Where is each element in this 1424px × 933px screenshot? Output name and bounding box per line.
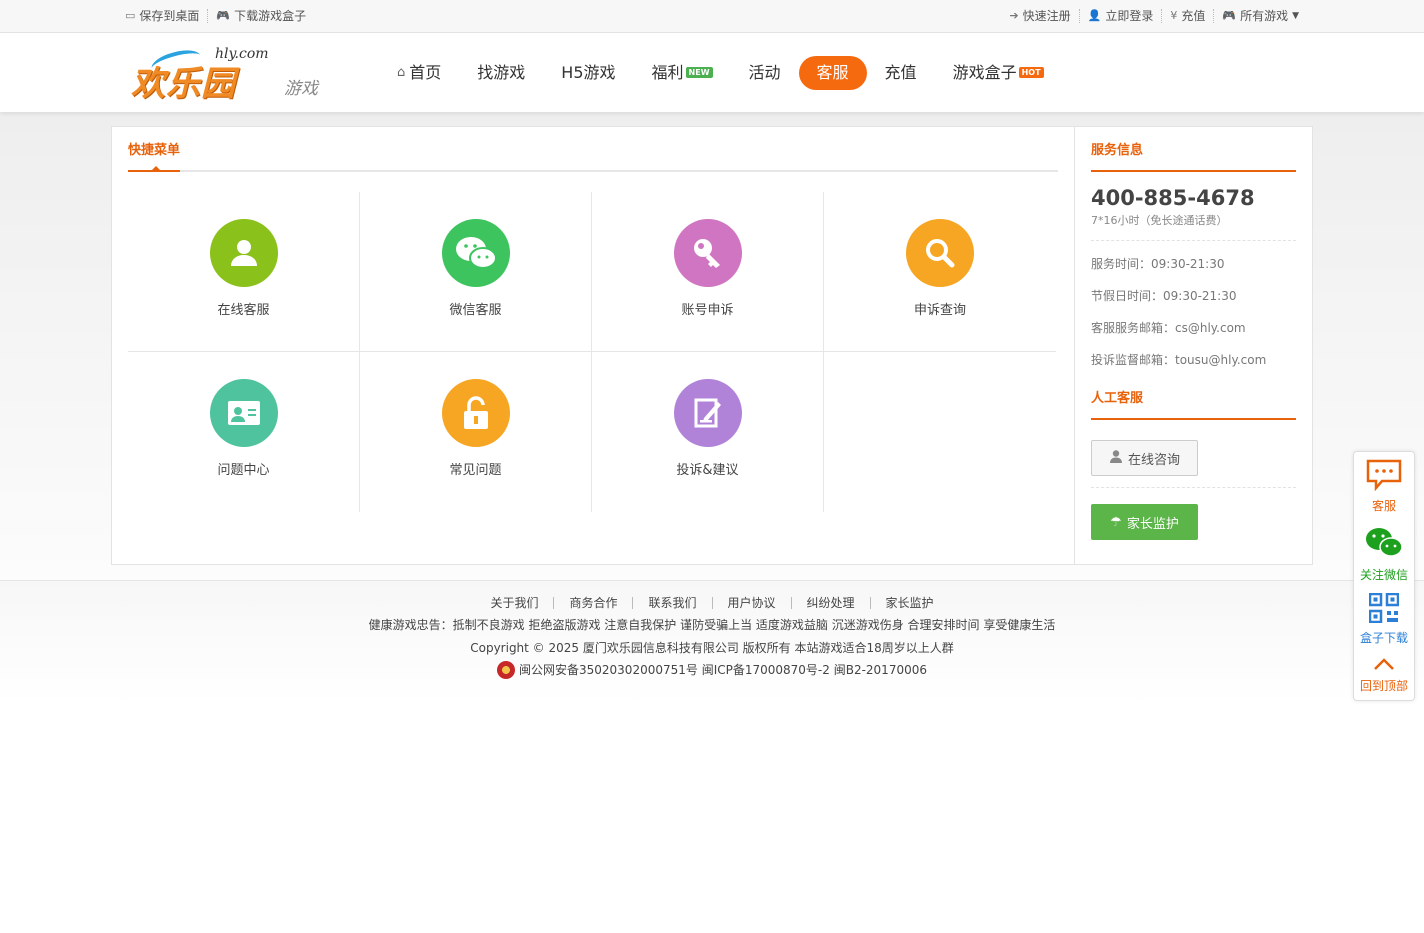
copyright: Copyright © 2025 厦门欢乐园信息科技有限公司 版权所有 本站游戏… [470,641,954,655]
yen-icon: ¥ [1170,9,1178,22]
save-desktop-link[interactable]: ▭ 保存到桌面 [117,9,209,23]
quick-faq[interactable]: 常见问题 [360,352,592,512]
service-email: 客服服务邮箱：cs@hly.com [1091,321,1246,335]
float-wechat-button[interactable]: 关注微信 [1354,526,1414,583]
logo-tag: 游戏 [284,78,318,99]
service-info-title: 服务信息 [1091,127,1296,172]
edit-icon [673,379,742,447]
wechat-icon [1364,526,1404,564]
quick-register-link[interactable]: ➔ 快速注册 [1001,9,1080,23]
new-badge: NEW [685,67,713,78]
quick-menu-grid: 在线客服 微信客服 账号申诉 申诉查询 问题中心 常见问题 投诉&建议 [128,192,1058,512]
main-nav: ⌂ 首页 找游戏 H5游戏 福利 NEW 活动 客服 充值 游戏盒子 HOT [379,55,1062,90]
nav-recharge[interactable]: 充值 [867,56,935,90]
home-icon: ⌂ [397,64,406,80]
header: hly.com 欢乐园 游戏 ⌂ 首页 找游戏 H5游戏 福利 NEW 活动 客… [0,33,1424,112]
user-icon: 👤 [1087,9,1102,22]
quick-question-center[interactable]: 问题中心 [128,352,360,512]
gamepad-icon: 🎮 [216,9,231,22]
user-icon [209,219,278,287]
quick-appeal-query[interactable]: 申诉查询 [824,192,1056,352]
site-logo[interactable]: hly.com 欢乐园 游戏 [129,40,379,106]
gamepad-icon: 🎮 [1222,9,1237,22]
quick-menu-title: 快捷菜单 [128,139,181,172]
nav-h5-games[interactable]: H5游戏 [543,56,633,90]
quick-online-service[interactable]: 在线客服 [128,192,360,352]
complaint-email: 投诉监督邮箱：tousu@hly.com [1091,353,1267,367]
float-back-top-button[interactable]: 回到顶部 [1354,656,1414,694]
chevron-up-icon [1373,656,1395,675]
footer-link-business[interactable]: 商务合作 [554,597,634,609]
quick-account-appeal[interactable]: 账号申诉 [592,192,824,352]
footer-link-about[interactable]: 关于我们 [475,597,555,609]
online-consult-button[interactable]: 在线咨询 [1091,440,1198,476]
footer-link-agreement[interactable]: 用户协议 [713,597,792,609]
quick-menu-panel: 快捷菜单 在线客服 微信客服 账号申诉 申诉查询 问题中心 常见问题 投诉&建议 [112,127,1075,564]
footer-link-parental[interactable]: 家长监护 [871,597,949,609]
manual-service-title: 人工客服 [1091,387,1296,420]
hot-badge: HOT [1018,67,1044,78]
top-bar: ▭ 保存到桌面 🎮 下载游戏盒子 ➔ 快速注册 👤 立即登录 ¥ 充值 🎮 所有… [0,0,1424,33]
key-icon [673,219,742,287]
logo-name: 欢乐园 [131,63,236,104]
service-phone-note: 7*16小时（免长途通话费） [1091,212,1296,241]
id-card-icon [209,379,278,447]
search-icon [906,219,974,287]
login-link[interactable]: 👤 立即登录 [1080,9,1163,23]
police-emblem-icon [497,661,515,679]
user-icon [1109,449,1123,467]
monitor-icon: ▭ [125,9,136,22]
holiday-hours: 节假日时间：09:30-21:30 [1091,289,1237,303]
nav-find-games[interactable]: 找游戏 [459,56,543,90]
footer: 关于我们 商务合作 联系我们 用户协议 纠纷处理 家长监护 健康游戏忠告：抵制不… [0,580,1424,704]
nav-game-box[interactable]: 游戏盒子 HOT [935,56,1062,90]
all-games-dropdown[interactable]: 🎮 所有游戏 ▼ [1214,9,1307,23]
float-service-button[interactable]: 客服 [1354,459,1414,514]
service-phone: 400-885-4678 [1091,186,1255,210]
quick-complaint-suggestion[interactable]: 投诉&建议 [592,352,824,512]
chat-bubble-icon [1366,459,1402,495]
recharge-link[interactable]: ¥ 充值 [1162,9,1215,23]
sign-in-icon: ➔ [1009,9,1019,22]
umbrella-icon: ☂ [1110,514,1122,530]
beian-link[interactable]: 闽公网安备35020302000751号 闽ICP备17000870号-2 闽B… [519,663,927,677]
quick-menu-empty-cell [824,352,1056,512]
quick-wechat-service[interactable]: 微信客服 [360,192,592,352]
beian-line: 闽公网安备35020302000751号 闽ICP备17000870号-2 闽B… [0,661,1424,679]
qr-code-icon [1368,592,1400,627]
service-info-panel: 服务信息 400-885-4678 7*16小时（免长途通话费） 服务时间：09… [1075,127,1312,564]
parental-monitor-button[interactable]: ☂ 家长监护 [1091,504,1198,540]
quick-menu-header: 快捷菜单 [128,127,1058,172]
nav-customer-service[interactable]: 客服 [798,55,867,90]
nav-home[interactable]: ⌂ 首页 [379,56,459,90]
wechat-icon [441,219,510,287]
nav-welfare[interactable]: 福利 NEW [634,56,731,90]
caret-down-icon: ▼ [1292,11,1299,21]
float-box-download-button[interactable]: 盒子下载 [1354,592,1414,646]
divider [1091,487,1296,488]
nav-events[interactable]: 活动 [731,56,799,90]
health-notice: 健康游戏忠告：抵制不良游戏 拒绝盗版游戏 注意自我保护 谨防受骗上当 适度游戏益… [368,618,1056,632]
download-box-link[interactable]: 🎮 下载游戏盒子 [208,9,314,23]
service-hours: 服务时间：09:30-21:30 [1091,257,1225,271]
lock-icon [441,379,510,447]
float-sidebar: 客服 关注微信 盒子下载 回到顶部 [1353,451,1415,701]
footer-links: 关于我们 商务合作 联系我们 用户协议 纠纷处理 家长监护 [0,597,1424,609]
footer-link-contact[interactable]: 联系我们 [633,597,713,609]
footer-link-dispute[interactable]: 纠纷处理 [792,597,871,609]
main-content: 快捷菜单 在线客服 微信客服 账号申诉 申诉查询 问题中心 常见问题 投诉&建议… [111,126,1313,565]
